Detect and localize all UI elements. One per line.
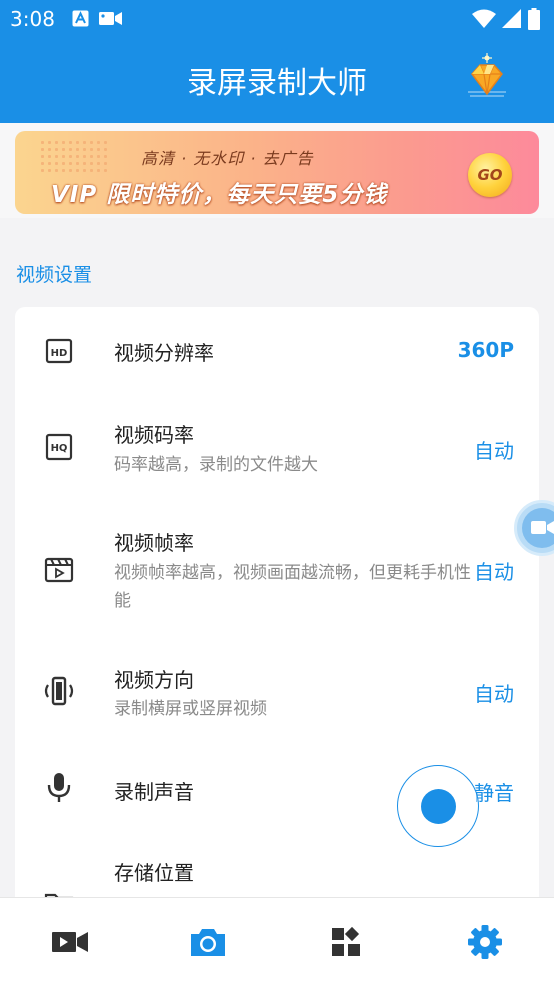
video-camera-icon <box>99 12 122 25</box>
setting-title: 视频分辨率 <box>114 341 214 365</box>
setting-value[interactable]: 自动 <box>474 435 514 464</box>
setting-title: 存储位置 <box>114 861 194 885</box>
nav-tab-settings[interactable] <box>463 920 507 964</box>
status-icons-right <box>472 8 540 30</box>
microphone-icon <box>47 773 71 802</box>
status-time: 3:08 <box>10 7 55 31</box>
apps-grid-icon <box>332 926 360 956</box>
record-dot-icon <box>421 789 456 824</box>
cell-signal-icon <box>502 9 521 28</box>
camera-icon <box>191 929 225 956</box>
setting-title: 视频码率 <box>114 423 194 447</box>
phone-rotate-icon <box>44 676 74 706</box>
setting-title: 录制声音 <box>114 780 194 804</box>
battery-icon <box>528 8 540 30</box>
setting-title: 视频方向 <box>114 668 194 692</box>
setting-row-resolution[interactable]: HD 视频分辨率 360P <box>15 307 539 393</box>
svg-text:HQ: HQ <box>51 443 68 454</box>
setting-value[interactable]: 自动 <box>474 556 514 585</box>
settings-gear-icon <box>468 925 502 959</box>
setting-description: 录制横屏或竖屏视频 <box>114 699 267 719</box>
wifi-icon <box>472 9 496 28</box>
a-badge-icon <box>72 10 89 27</box>
section-title: 视频设置 <box>16 264 93 286</box>
setting-row-orientation[interactable]: 视频方向 录制横屏或竖屏视频 自动 <box>15 635 539 747</box>
nav-tab-screenshot[interactable] <box>186 920 230 964</box>
bottom-navigation <box>0 897 554 984</box>
clapperboard-icon <box>44 557 74 583</box>
hq-icon: HQ <box>45 433 73 461</box>
setting-value[interactable]: 360P <box>458 338 514 362</box>
setting-description: 码率越高，录制的文件越大 <box>114 455 318 475</box>
status-bar: 3:08 <box>0 0 554 38</box>
video-camera-icon <box>531 521 554 534</box>
status-icons-left <box>72 10 123 27</box>
banner-dot-pattern <box>39 139 109 173</box>
banner-area: 高清 · 无水印 · 去广告 VIP 限时特价，每天只要5分钱 GO <box>0 123 554 218</box>
floating-recorder-inner <box>522 508 554 548</box>
svg-text:HD: HD <box>51 348 68 359</box>
nav-tab-tools[interactable] <box>324 920 368 964</box>
setting-value[interactable]: 静音 <box>474 777 514 806</box>
banner-main-text: VIP 限时特价，每天只要5分钱 <box>51 182 388 208</box>
go-button[interactable]: GO <box>468 153 512 197</box>
vip-promo-banner[interactable]: 高清 · 无水印 · 去广告 VIP 限时特价，每天只要5分钱 GO <box>15 131 539 214</box>
setting-description: 视频帧率越高，视频画面越流畅，但更耗手机性能 <box>114 563 471 611</box>
video-camera-icon <box>52 932 88 952</box>
hd-icon: HD <box>45 338 73 364</box>
app-bar: 录屏录制大师 <box>0 38 554 123</box>
record-fab-button[interactable] <box>397 765 479 847</box>
vip-diamond-icon[interactable] <box>460 52 514 104</box>
setting-value[interactable]: 自动 <box>474 678 514 707</box>
nav-tab-record[interactable] <box>48 920 92 964</box>
banner-subtitle: 高清 · 无水印 · 去广告 <box>141 149 314 168</box>
setting-row-framerate[interactable]: 视频帧率 视频帧率越高，视频画面越流畅，但更耗手机性能 自动 <box>15 493 539 635</box>
setting-row-bitrate[interactable]: HQ 视频码率 码率越高，录制的文件越大 自动 <box>15 393 539 493</box>
setting-title: 视频帧率 <box>114 531 194 555</box>
